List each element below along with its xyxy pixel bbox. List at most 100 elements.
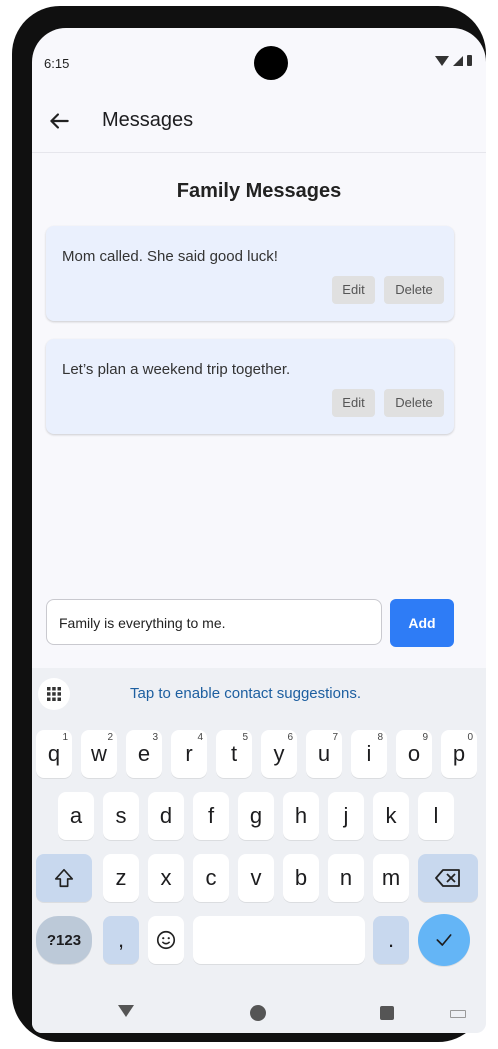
backspace-icon xyxy=(435,869,460,887)
key-d[interactable]: d xyxy=(148,792,184,840)
backspace-key[interactable] xyxy=(418,854,478,902)
status-time: 6:15 xyxy=(44,56,70,71)
edit-button[interactable]: Edit xyxy=(332,276,375,304)
key-label: , xyxy=(117,927,125,952)
add-button[interactable]: Add xyxy=(390,599,454,647)
battery-icon xyxy=(467,55,472,66)
key-j[interactable]: j xyxy=(328,792,364,840)
key-label: m xyxy=(381,865,401,890)
key-y[interactable]: y6 xyxy=(261,730,297,778)
key-label: a xyxy=(69,803,83,828)
key-label: e xyxy=(137,741,151,766)
wifi-icon xyxy=(435,55,449,66)
key-hint: 2 xyxy=(107,732,113,743)
key-label: g xyxy=(249,803,263,828)
key-label: w xyxy=(91,741,107,766)
key-h[interactable]: h xyxy=(283,792,319,840)
key-k[interactable]: k xyxy=(373,792,409,840)
key-label: p xyxy=(452,741,466,766)
key-label: v xyxy=(250,865,262,890)
key-label: x xyxy=(160,865,172,890)
key-label: o xyxy=(407,741,421,766)
key-label: k xyxy=(385,803,397,828)
key-hint: 9 xyxy=(422,732,428,743)
key-o[interactable]: o9 xyxy=(396,730,432,778)
key-label: d xyxy=(159,803,173,828)
key-a[interactable]: a xyxy=(58,792,94,840)
key-u[interactable]: u7 xyxy=(306,730,342,778)
message-card: Mom called. She said good luck! Edit Del… xyxy=(46,226,454,321)
keyboard: Tap to enable contact suggestions. q1 w2… xyxy=(32,668,486,1033)
key-e[interactable]: e3 xyxy=(126,730,162,778)
key-label: h xyxy=(294,803,308,828)
keyboard-switch-icon[interactable] xyxy=(450,1010,466,1018)
key-q[interactable]: q1 xyxy=(36,730,72,778)
key-label: n xyxy=(339,865,353,890)
nav-back-icon[interactable] xyxy=(118,1005,134,1017)
nav-recents-icon[interactable] xyxy=(380,1006,394,1020)
key-x[interactable]: x xyxy=(148,854,184,902)
key-i[interactable]: i8 xyxy=(351,730,387,778)
phone-frame: 6:15 Messages Family Messages Mom called… xyxy=(12,6,486,1042)
key-z[interactable]: z xyxy=(103,854,139,902)
key-g[interactable]: g xyxy=(238,792,274,840)
emoji-key[interactable] xyxy=(148,916,184,964)
key-label: q xyxy=(47,741,61,766)
shift-icon xyxy=(54,868,74,888)
key-label: j xyxy=(343,803,349,828)
key-hint: 8 xyxy=(377,732,383,743)
checkmark-icon xyxy=(436,934,452,946)
shift-key[interactable] xyxy=(36,854,92,902)
key-v[interactable]: v xyxy=(238,854,274,902)
key-p[interactable]: p0 xyxy=(441,730,477,778)
symbols-key[interactable]: ?123 xyxy=(36,916,92,964)
key-hint: 1 xyxy=(62,732,68,743)
key-r[interactable]: r4 xyxy=(171,730,207,778)
key-label: u xyxy=(317,741,331,766)
key-label: . xyxy=(387,927,395,952)
key-f[interactable]: f xyxy=(193,792,229,840)
message-text: Mom called. She said good luck! xyxy=(62,248,278,265)
key-label: t xyxy=(230,741,238,766)
key-hint: 4 xyxy=(197,732,203,743)
key-hint: 3 xyxy=(152,732,158,743)
key-l[interactable]: l xyxy=(418,792,454,840)
nav-home-icon[interactable] xyxy=(250,1005,266,1021)
key-label: i xyxy=(366,741,372,766)
key-label: ?123 xyxy=(46,931,82,949)
key-hint: 0 xyxy=(467,732,473,743)
key-t[interactable]: t5 xyxy=(216,730,252,778)
key-n[interactable]: n xyxy=(328,854,364,902)
delete-button[interactable]: Delete xyxy=(384,276,444,304)
key-label: z xyxy=(115,865,127,890)
message-input[interactable]: Family is everything to me. xyxy=(46,599,382,645)
navigation-bar xyxy=(32,989,486,1033)
comma-key[interactable]: , xyxy=(103,916,139,964)
key-hint: 6 xyxy=(287,732,293,743)
message-card: Let’s plan a weekend trip together. Edit… xyxy=(46,339,454,434)
key-s[interactable]: s xyxy=(103,792,139,840)
key-label: y xyxy=(273,741,285,766)
period-key[interactable]: . xyxy=(373,916,409,964)
key-m[interactable]: m xyxy=(373,854,409,902)
key-hint: 7 xyxy=(332,732,338,743)
apps-grid-icon[interactable] xyxy=(38,678,70,710)
key-w[interactable]: w2 xyxy=(81,730,117,778)
arrow-left-icon[interactable] xyxy=(46,108,72,134)
delete-button[interactable]: Delete xyxy=(384,389,444,417)
key-label: l xyxy=(433,803,439,828)
key-c[interactable]: c xyxy=(193,854,229,902)
enter-key[interactable] xyxy=(418,914,470,966)
signal-icon xyxy=(453,55,463,66)
message-text: Let’s plan a weekend trip together. xyxy=(62,361,291,378)
key-label: b xyxy=(294,865,308,890)
status-bar: 6:15 xyxy=(32,28,486,92)
key-b[interactable]: b xyxy=(283,854,319,902)
suggestion-strip: Tap to enable contact suggestions. xyxy=(32,668,486,720)
edit-button[interactable]: Edit xyxy=(332,389,375,417)
contact-suggestions-prompt[interactable]: Tap to enable contact suggestions. xyxy=(130,685,361,702)
screen: 6:15 Messages Family Messages Mom called… xyxy=(32,28,486,1033)
status-icons xyxy=(435,55,472,66)
key-label: s xyxy=(115,803,127,828)
spacebar[interactable] xyxy=(193,916,365,964)
